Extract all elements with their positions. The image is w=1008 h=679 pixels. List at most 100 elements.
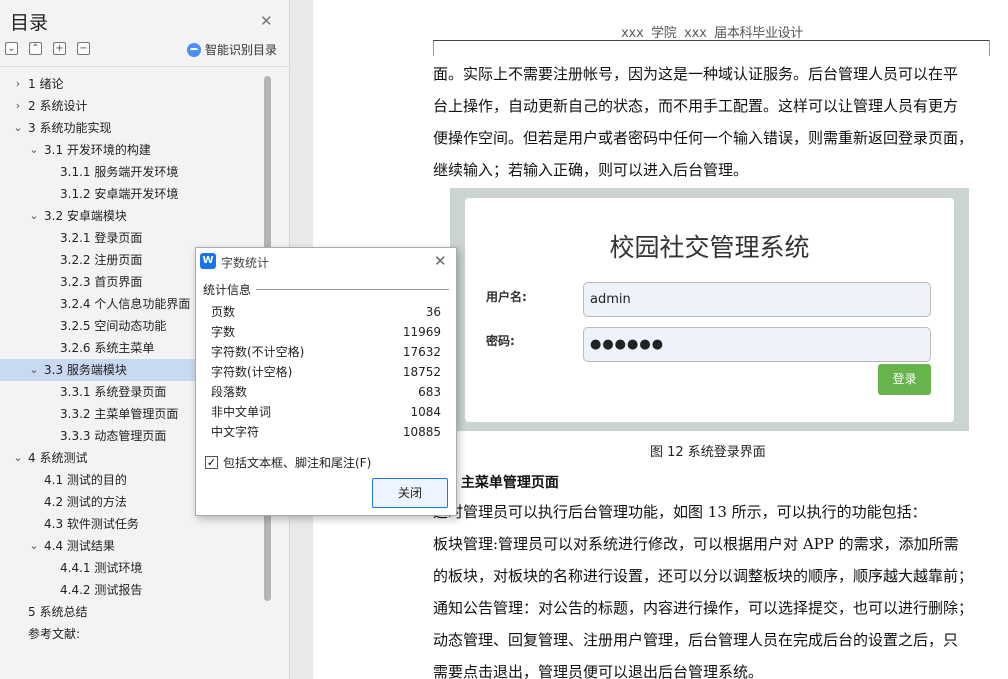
body-text-line: 动态管理、回复管理、注册用户管理，后台管理人员在完成后台的设置之后，只 — [433, 631, 959, 649]
stat-value: 683 — [418, 385, 441, 399]
toc-item[interactable]: ⌄ 3 系统功能实现 — [0, 117, 262, 139]
chevron-down-icon[interactable]: ⌄ — [28, 139, 40, 161]
toc-item-label: 3.2.6 系统主菜单 — [60, 341, 155, 355]
body-text-line: 的板块，对板块的名称进行设置，还可以分以调整板块的顺序，顺序越大越靠前； — [433, 567, 974, 585]
username-field: admin — [583, 282, 931, 317]
smart-toc-label: 智能识别目录 — [205, 43, 278, 57]
stat-label: 字符数(不计空格) — [211, 345, 305, 359]
login-figure: 校园社交管理系统 用户名: admin 密码: ●●●●●● 登录 — [450, 188, 969, 431]
stat-row: 非中文单词 1084 — [211, 402, 441, 422]
toc-item-label: 3.1 开发环境的构建 — [44, 143, 151, 157]
stat-label: 字数 — [211, 325, 236, 339]
toc-item-label: 3.3.2 主菜单管理页面 — [60, 407, 179, 421]
chevron-down-icon[interactable]: ⌄ — [12, 447, 24, 469]
toc-item-label: 3.2 安卓端模块 — [44, 209, 127, 223]
stat-row: 段落数 683 — [211, 382, 441, 402]
page-header: xxx 学院 xxx 届本科毕业设计 — [621, 26, 804, 41]
include-textboxes-label[interactable]: 包括文本框、脚注和尾注(F) — [223, 454, 371, 471]
chevron-right-icon[interactable]: › — [12, 73, 24, 95]
toc-item-label: 3.1.2 安卓端开发环境 — [60, 187, 179, 201]
app-window: 目录 ✕ ⌄ ⌃ + − 智能识别目录 › 1 绪论 › 2 系统设计 ⌄ 3 系统功能实… — [0, 0, 1008, 679]
toc-item[interactable]: 3.1.1 服务端开发环境 — [0, 161, 262, 183]
toc-item[interactable]: ⌄ 3.1 开发环境的构建 — [0, 139, 262, 161]
dialog-close-button[interactable]: 关闭 — [372, 478, 448, 508]
stat-value: 10885 — [402, 425, 441, 439]
toc-item[interactable]: ⌄ 3.2 安卓端模块 — [0, 205, 262, 227]
stat-label: 页数 — [211, 305, 236, 319]
toc-item-label: 4.4.2 测试报告 — [60, 583, 143, 597]
chevron-down-icon[interactable]: ⌄ — [28, 205, 40, 227]
stat-row: 字符数(不计空格) 17632 — [211, 342, 441, 362]
toc-item-label: 3.3 服务端模块 — [44, 363, 127, 377]
body-text-line: 便操作空间。但若是用户或者密码中任何一个输入错误，则需重新返回登录页面， — [433, 129, 974, 147]
toc-item[interactable]: 4.4.2 测试报告 — [0, 579, 262, 601]
stat-value: 11969 — [402, 325, 441, 339]
password-field: ●●●●●● — [583, 327, 931, 362]
toc-item-label: 4.3 软件测试任务 — [44, 517, 139, 531]
toc-close-icon[interactable]: ✕ — [260, 12, 273, 30]
stat-row: 页数 36 — [211, 302, 441, 322]
chevron-right-icon[interactable]: › — [12, 95, 24, 117]
toc-item[interactable]: 3.1.2 安卓端开发环境 — [0, 183, 262, 205]
stat-value: 17632 — [402, 345, 441, 359]
body-text-line: 这时管理员可以执行后台管理功能，如图 13 所示，可以执行的功能包括： — [433, 503, 927, 521]
collapse-all-icon[interactable]: ⌄ — [5, 42, 18, 55]
toc-item-label: 3.2.5 空间动态功能 — [60, 319, 167, 333]
stats-section-label: 统计信息 — [203, 283, 252, 297]
toc-item-label: 3.2.3 首页界面 — [60, 275, 143, 289]
toc-item-label: 3.1.1 服务端开发环境 — [60, 165, 179, 179]
toc-item[interactable]: 4.3 软件测试任务 — [0, 513, 262, 535]
header-margin-mark — [989, 40, 990, 56]
toc-item-label: 3.3.3 动态管理页面 — [60, 429, 167, 443]
toc-item-label: 3.2.4 个人信息功能界面 — [60, 297, 191, 311]
toc-item[interactable]: 5 系统总结 — [0, 601, 262, 623]
stat-label: 非中文单词 — [211, 405, 272, 419]
stat-label: 段落数 — [211, 385, 248, 399]
stat-label: 字符数(计空格) — [211, 365, 293, 379]
word-count-dialog: W 字数统计 ✕ 统计信息 页数 36 字数 11969 字符数(不计空格) 17632 字… — [195, 247, 457, 516]
figure-caption: 图 12 系统登录界面 — [650, 445, 766, 460]
body-text-line: 板块管理:管理员可以对系统进行修改，可以根据用户对 APP 的需求，添加所需 — [433, 535, 959, 553]
toc-item[interactable]: 参考文献: — [0, 623, 262, 645]
login-title: 校园社交管理系统 — [609, 233, 810, 262]
toc-item-label: 4.1 测试的目的 — [44, 473, 127, 487]
toc-item[interactable]: 4.4.1 测试环境 — [0, 557, 262, 579]
toc-item-label: 4.2 测试的方法 — [44, 495, 127, 509]
stat-value: 1084 — [410, 405, 441, 419]
stat-row: 中文字符 10885 — [211, 422, 441, 442]
header-rule — [433, 40, 989, 41]
body-text-line: 需要点击退出，管理员便可以退出后台管理系统。 — [433, 663, 764, 679]
body-text-line: 台上操作，自动更新自己的状态，而不用手工配置。这样可以让管理人员有更方 — [433, 97, 959, 115]
login-button: 登录 — [878, 364, 931, 395]
wps-writer-icon: W — [200, 253, 216, 269]
smart-toc-icon — [187, 42, 201, 57]
stat-value: 36 — [425, 305, 441, 319]
include-textboxes-checkbox[interactable]: ✓ — [205, 456, 218, 469]
toc-item-label: 4 系统测试 — [28, 451, 88, 465]
chevron-down-icon[interactable]: ⌄ — [12, 117, 24, 139]
toc-item-label: 4.4.1 测试环境 — [60, 561, 143, 575]
body-text-line: 继续输入；若输入正确，则可以进入后台管理。 — [433, 161, 749, 179]
expand-all-icon[interactable]: ⌃ — [29, 42, 42, 55]
chevron-down-icon[interactable]: ⌄ — [28, 535, 40, 557]
dialog-close-icon[interactable]: ✕ — [434, 252, 447, 270]
smart-toc-button[interactable]: 智能识别目录 — [187, 41, 277, 58]
toc-item[interactable]: 3.2.1 登录页面 — [0, 227, 262, 249]
toc-item[interactable]: › 2 系统设计 — [0, 95, 262, 117]
section-heading: .2 主菜单管理页面 — [441, 475, 559, 491]
username-label: 用户名: — [486, 290, 527, 304]
toc-item-label: 3.3.1 系统登录页面 — [60, 385, 167, 399]
chevron-down-icon[interactable]: ⌄ — [28, 359, 40, 381]
toc-item[interactable]: ⌄ 4.4 测试结果 — [0, 535, 262, 557]
toc-item-label: 1 绪论 — [28, 77, 64, 91]
toc-title: 目录 — [10, 12, 49, 34]
stat-row: 字符数(计空格) 18752 — [211, 362, 441, 382]
header-margin-mark — [433, 40, 434, 56]
toc-divider — [0, 66, 290, 67]
remove-heading-icon[interactable]: − — [77, 42, 90, 55]
toc-item[interactable]: › 1 绪论 — [0, 73, 262, 95]
add-heading-icon[interactable]: + — [53, 42, 66, 55]
toc-item-label: 3.2.2 注册页面 — [60, 253, 143, 267]
toc-item-label: 3.2.1 登录页面 — [60, 231, 143, 245]
toc-item-label: 2 系统设计 — [28, 99, 88, 113]
